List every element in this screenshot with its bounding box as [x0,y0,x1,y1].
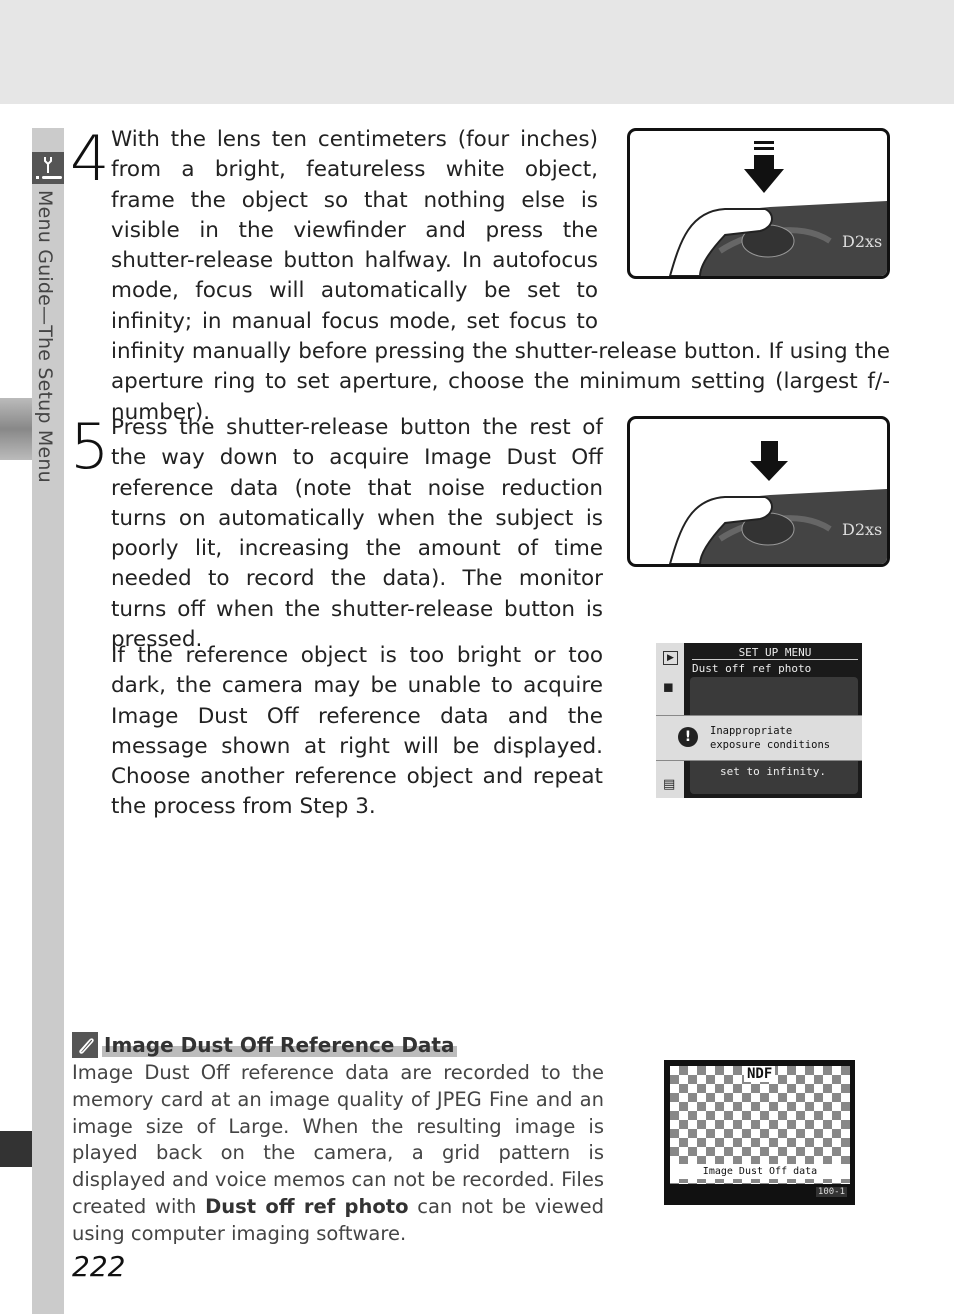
wrench-setup-icon [32,152,64,184]
chapter-tab [0,398,32,460]
menu-item-reference: Dust off ref photo [205,1194,409,1218]
note-body: Image Dust Off reference data are record… [72,1061,604,1245]
lcd-menu-screen: ▶ ◼ ▤ SET UP MENU Dust off ref photo set… [656,643,862,798]
step-number: 5 [70,410,110,483]
lcd-alert: ! Inappropriate exposure conditions [656,715,862,761]
step-5-text: Press the shutter-release button the res… [111,415,603,653]
alert-line-1: Inappropriate [710,725,793,737]
page-number: 222 [72,1250,126,1283]
half-press-figure: D2xs [627,128,890,279]
full-press-figure: D2xs [627,416,890,567]
model-label: D2xs [842,232,882,251]
warning-icon: ! [678,727,698,747]
alert-line-2: exposure conditions [710,739,831,751]
side-tab-title: Menu Guide—The Setup Menu [34,190,56,483]
lcd-background-text: set to infinity. [720,765,826,778]
ndf-label: NDF [744,1066,776,1082]
model-label: D2xs [842,520,882,539]
step-number: 4 [70,122,110,195]
ndf-caption: Image Dust Off data [670,1164,850,1179]
file-number: 100-1 [815,1187,847,1197]
chapter-tab-marker [0,1131,32,1167]
playback-icon: ▶ [663,651,678,665]
lcd-menu-item: Dust off ref photo [692,662,812,675]
warning-paragraph: If the reference object is too bright or… [111,643,603,820]
setup-menu-icon: ▤ [663,777,676,792]
lcd-menu-title: SET UP MENU [692,646,858,660]
ndf-playback-screen: NDF Image Dust Off data 100-1 [664,1060,855,1205]
note-title: Image Dust Off Reference Data [102,1033,457,1057]
top-band [0,0,954,104]
camera-icon: ◼ [663,680,674,695]
paperclip-icon [72,1032,98,1058]
note-header: Image Dust Off Reference Data [72,1032,457,1058]
